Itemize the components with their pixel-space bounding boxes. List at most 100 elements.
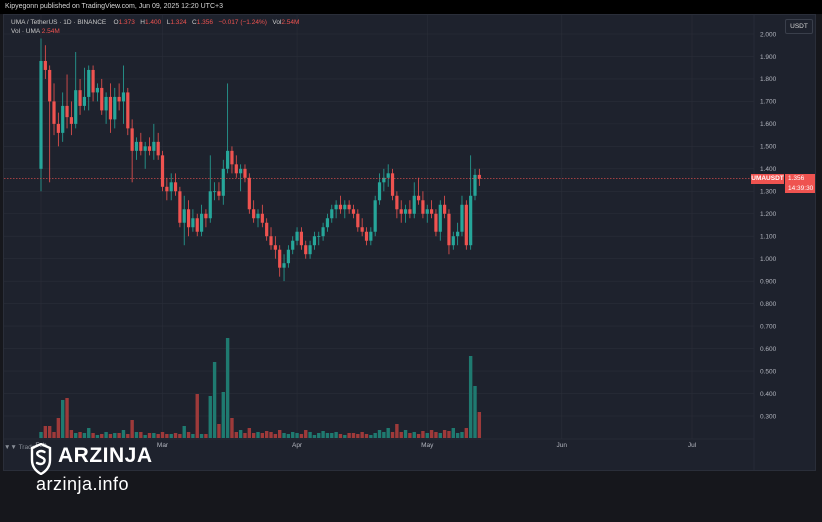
price-chart-svg[interactable]: 2.0001.9001.8001.7001.6001.5001.4001.300… bbox=[4, 15, 816, 471]
volume-bar bbox=[182, 426, 186, 438]
candle-body bbox=[217, 191, 221, 196]
candle-body bbox=[208, 191, 212, 219]
watermark-name: ARZINJA bbox=[58, 444, 153, 467]
volume-bar bbox=[234, 432, 238, 438]
volume-bar bbox=[260, 433, 265, 438]
candle-body bbox=[273, 245, 277, 250]
volume-bar bbox=[460, 432, 464, 438]
legend-high: 1.400 bbox=[144, 19, 162, 26]
candle-body bbox=[195, 218, 199, 232]
candle-body bbox=[65, 105, 69, 118]
candle-body bbox=[364, 231, 369, 241]
candle-body bbox=[421, 200, 425, 214]
volume-bar bbox=[403, 430, 408, 438]
volume-bar bbox=[308, 432, 312, 438]
volume-bar bbox=[351, 433, 356, 438]
legend-vol: 2.54M bbox=[281, 19, 300, 26]
candle-body bbox=[464, 204, 468, 246]
y-tick-label: 0.700 bbox=[760, 323, 777, 330]
volume-bar bbox=[178, 434, 182, 438]
candle-body bbox=[299, 231, 303, 246]
watermark-site: arzinja.info bbox=[36, 474, 130, 494]
candle-body bbox=[199, 213, 204, 232]
candle-body bbox=[477, 174, 481, 179]
y-tick-label: 1.800 bbox=[760, 76, 777, 83]
candle-body bbox=[165, 186, 169, 192]
tv-logo-icon: ▼▼ bbox=[4, 444, 17, 451]
volume-bar bbox=[108, 434, 113, 438]
volume-bar bbox=[291, 432, 295, 438]
candle-body bbox=[456, 231, 460, 237]
volume-bar bbox=[134, 432, 139, 438]
candle-body bbox=[451, 236, 455, 246]
candle-body bbox=[260, 213, 264, 223]
volume-bar bbox=[360, 432, 364, 438]
volume-bar bbox=[126, 434, 130, 438]
candle-body bbox=[117, 96, 121, 102]
candle-body bbox=[312, 236, 317, 246]
volume-bar bbox=[238, 430, 243, 438]
candle-body bbox=[438, 204, 442, 232]
candle-body bbox=[265, 222, 269, 237]
screenshot-root: Kipyegonn published on TradingView.com, … bbox=[0, 0, 822, 522]
candle-body bbox=[104, 96, 108, 111]
y-tick-label: 1.400 bbox=[760, 166, 777, 173]
candle-body bbox=[460, 204, 464, 232]
volume-bar bbox=[212, 362, 217, 438]
chart-panel[interactable]: 2.000 1.900 1.800 1.700 1.600 1.500 1.400 1.300… bbox=[3, 14, 816, 471]
y-tick-label: 1.000 bbox=[760, 256, 777, 263]
volume-bar bbox=[186, 432, 191, 438]
publish-bar: Kipyegonn published on TradingView.com, … bbox=[0, 0, 822, 14]
currency-button[interactable]: USDT bbox=[785, 19, 813, 34]
y-tick-label: 0.500 bbox=[760, 368, 777, 375]
volume-bar bbox=[47, 426, 52, 438]
volume-bar bbox=[113, 433, 117, 438]
candle-body bbox=[356, 213, 360, 228]
volume-bar bbox=[217, 424, 221, 438]
volume-bar bbox=[347, 433, 351, 438]
volume-bar bbox=[421, 431, 425, 438]
candle-body bbox=[295, 231, 299, 241]
legend-change: −0.017 (−1.24%) bbox=[218, 19, 267, 26]
candle-body bbox=[126, 92, 130, 129]
volume-bar bbox=[61, 400, 65, 438]
legend-low: 1.324 bbox=[170, 19, 187, 26]
volume-bar bbox=[356, 434, 360, 438]
x-tick-label: Mar bbox=[157, 442, 169, 449]
volume-bar bbox=[199, 434, 204, 438]
volume-bar bbox=[56, 418, 61, 438]
candle-body bbox=[100, 87, 104, 111]
price-tag-symbol: UMAUSDT bbox=[751, 173, 784, 184]
x-tick-label: Jul bbox=[688, 442, 697, 449]
volume-bar bbox=[312, 435, 317, 438]
candle-body bbox=[169, 182, 173, 192]
volume-bar bbox=[295, 433, 299, 438]
candle-body bbox=[52, 101, 56, 124]
volume-bar bbox=[52, 432, 56, 438]
volume-bar bbox=[369, 435, 373, 438]
volume-bar bbox=[468, 356, 473, 438]
volume-bar bbox=[117, 433, 121, 438]
candle-body bbox=[95, 87, 100, 93]
volume-bar bbox=[100, 434, 104, 438]
volume-bar bbox=[191, 434, 195, 438]
volume-bar bbox=[325, 433, 330, 438]
volume-bar bbox=[451, 428, 455, 438]
volume-bar bbox=[208, 396, 212, 438]
candle-body bbox=[395, 195, 399, 210]
y-tick-label: 0.300 bbox=[760, 413, 777, 420]
candle-body bbox=[447, 213, 451, 246]
volume-bar bbox=[434, 432, 438, 438]
volume-bar bbox=[377, 430, 382, 438]
volume-bar bbox=[130, 420, 134, 438]
volume-bar bbox=[173, 433, 178, 438]
candle-body bbox=[204, 213, 208, 219]
volume-bar bbox=[412, 432, 416, 438]
volume-bar bbox=[386, 428, 390, 438]
volume-bar bbox=[204, 434, 208, 438]
volume-bar bbox=[399, 432, 403, 438]
candle-body bbox=[286, 249, 290, 264]
volume-bar bbox=[78, 432, 82, 438]
candle-body bbox=[317, 236, 321, 238]
candle-body bbox=[213, 191, 217, 193]
